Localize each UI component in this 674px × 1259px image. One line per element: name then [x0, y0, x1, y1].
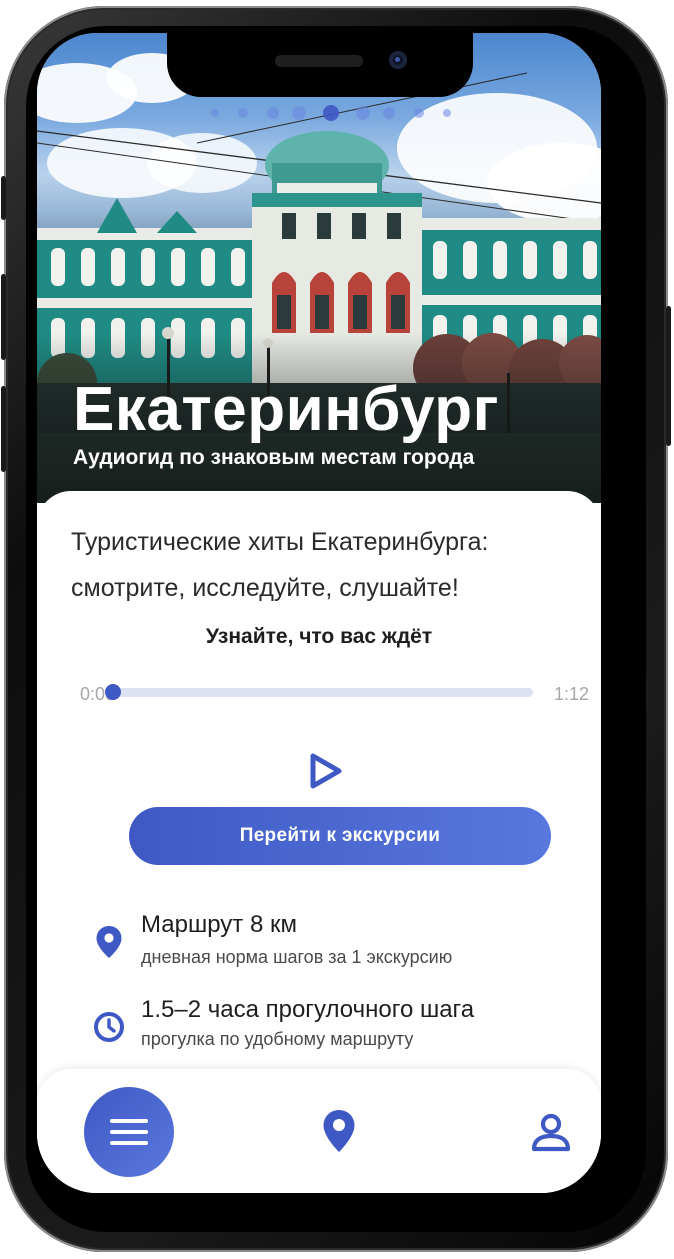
intro-text: Туристические хиты Екатеринбурга: смотри…: [71, 528, 489, 602]
map-nav-button[interactable]: [322, 1109, 356, 1153]
notch: [167, 33, 473, 97]
audio-title: Узнайте, что вас ждёт: [205, 625, 433, 648]
phone-frame: Екатеринбург Аудиогид по знаковым местам…: [1, 6, 671, 1252]
go-to-tour-button[interactable]: Перейти к экскурсии: [129, 807, 551, 865]
city-subtitle: Аудиогид по знаковым местам города: [73, 446, 475, 469]
play-button[interactable]: [305, 751, 345, 791]
hero-image: Екатеринбург Аудиогид по знаковым местам…: [37, 33, 601, 503]
clock-icon: [94, 1012, 124, 1042]
profile-nav-button[interactable]: [531, 1112, 571, 1152]
location-pin-icon: [323, 1110, 355, 1152]
profile-icon: [531, 1113, 571, 1152]
duration-title: 1.5–2 часа прогулочного шага: [141, 996, 475, 1023]
total-time: 1:12: [554, 684, 590, 704]
mute-switch: [1, 176, 6, 220]
volume-down-button: [1, 386, 6, 472]
play-icon: [310, 753, 342, 789]
location-pin-icon: [96, 926, 122, 958]
city-title: Екатеринбург: [73, 375, 499, 444]
route-length-subtitle: дневная норма шагов за 1 экскурсию: [141, 947, 453, 967]
volume-up-button: [1, 274, 6, 360]
audio-progress-knob[interactable]: [105, 684, 121, 700]
app-screen: Екатеринбург Аудиогид по знаковым местам…: [37, 33, 601, 1193]
route-length-title: Маршрут 8 км: [141, 911, 297, 938]
menu-button[interactable]: [84, 1087, 174, 1177]
front-camera: [389, 51, 407, 69]
duration-subtitle: прогулка по удобному маршруту: [141, 1029, 414, 1049]
speaker-grille: [275, 55, 363, 67]
power-button: [666, 306, 671, 446]
audio-progress-track[interactable]: [105, 684, 533, 700]
